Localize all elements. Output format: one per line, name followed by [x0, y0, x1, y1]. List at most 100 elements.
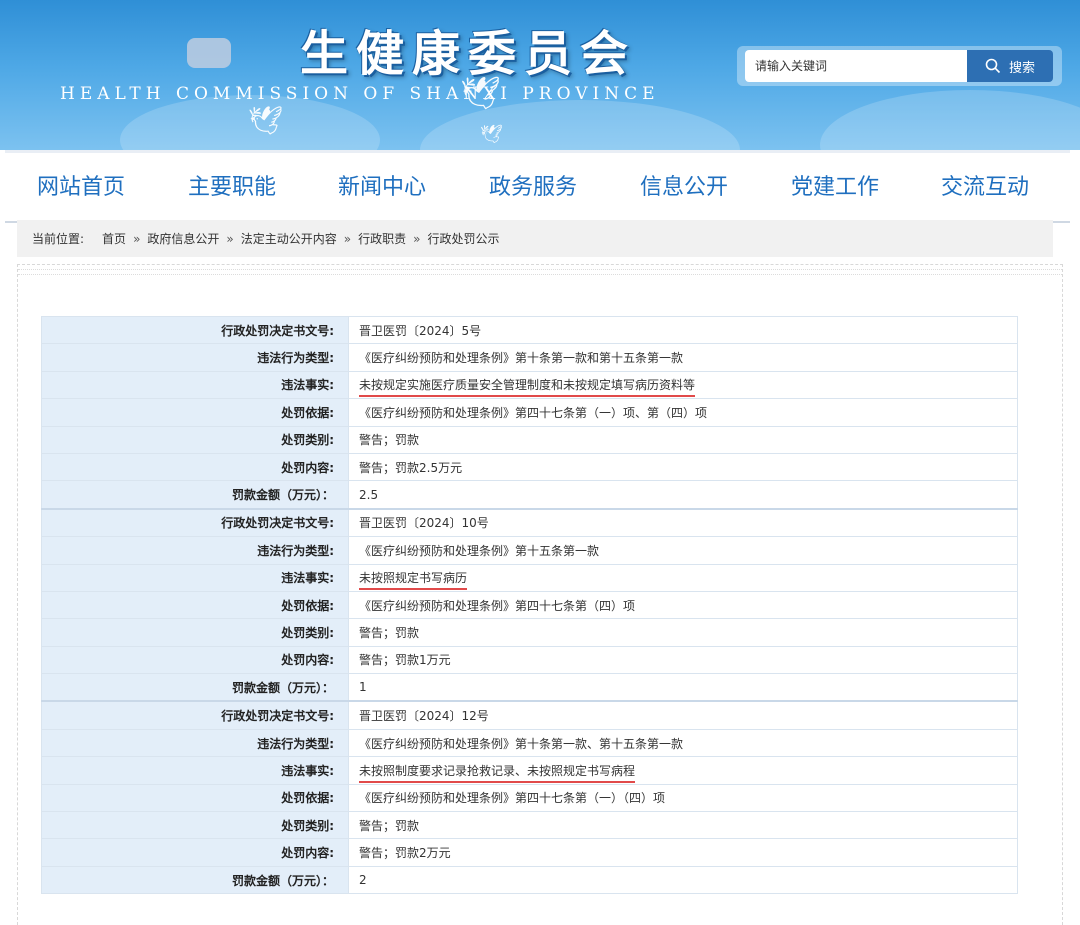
breadcrumb-item-gov-info[interactable]: 政府信息公开 — [147, 230, 219, 247]
decision-number-cell: 晋卫医罚〔2024〕5号 — [348, 315, 1018, 345]
violation-facts-cell: 未按照制度要求记录抢救记录、未按照规定书写病程 — [348, 756, 1018, 785]
table-row: 罚款金额（万元）： 1 — [41, 673, 1018, 702]
decision-number-label: 行政处罚决定书文号: — [41, 315, 349, 345]
breadcrumb-item-penalty[interactable]: 行政处罚公示 — [427, 230, 499, 247]
penalty-content-label: 处罚内容: — [41, 838, 349, 867]
fine-amount-value: 2 — [359, 873, 367, 887]
breadcrumb-item-statutory[interactable]: 法定主动公开内容 — [241, 230, 337, 247]
nav-item-home[interactable]: 网站首页 — [37, 169, 125, 201]
violation-type-label: 违法行为类型: — [41, 536, 349, 565]
violation-type-value: 《医疗纠纷预防和处理条例》第十五条第一款 — [359, 543, 600, 558]
violation-facts-label: 违法事实: — [41, 563, 349, 592]
site-header: 生健康委员会 HEALTH COMMISSION OF SHANXI PROVI… — [0, 0, 1080, 150]
table-row: 处罚类别: 警告；罚款 — [41, 618, 1018, 647]
fine-amount-cell: 2 — [348, 865, 1018, 895]
search-button[interactable]: 搜索 — [967, 50, 1053, 82]
table-row: 处罚内容: 警告；罚款2.5万元 — [41, 452, 1018, 482]
table-row: 违法行为类型: 《医疗纠纷预防和处理条例》第十五条第一款 — [41, 536, 1018, 565]
decision-number-cell: 晋卫医罚〔2024〕10号 — [348, 507, 1018, 538]
cloud-decoration — [820, 90, 1080, 150]
decision-number-label: 行政处罚决定书文号: — [41, 507, 349, 538]
table-row: 行政处罚决定书文号: 晋卫医罚〔2024〕12号 — [41, 700, 1018, 730]
nav-item-interaction[interactable]: 交流互动 — [941, 169, 1029, 201]
penalty-basis-label: 处罚依据: — [41, 590, 349, 620]
dove-icon: 🕊 — [480, 124, 503, 145]
site-subtitle: HEALTH COMMISSION OF SHANXI PROVINCE — [60, 84, 660, 104]
fine-amount-value: 1 — [359, 680, 367, 695]
breadcrumb-item-home[interactable]: 首页 — [102, 230, 126, 247]
penalty-content-cell: 警告；罚款1万元 — [348, 645, 1018, 675]
table-row: 处罚依据: 《医疗纠纷预防和处理条例》第四十七条第（一）（四）项 — [41, 783, 1018, 813]
penalty-content-value: 警告；罚款2万元 — [359, 846, 451, 861]
penalty-basis-cell: 《医疗纠纷预防和处理条例》第四十七条第（四）项 — [348, 590, 1018, 620]
violation-facts-cell: 未按规定实施医疗质量安全管理制度和未按规定填写病历资料等 — [348, 370, 1018, 400]
dove-icon: 🕊 — [460, 74, 501, 112]
penalty-basis-cell: 《医疗纠纷预防和处理条例》第四十七条第（一）项、第（四）项 — [348, 398, 1018, 427]
violation-facts-value: 未按照规定书写病历 — [359, 571, 468, 591]
site-logo[interactable] — [187, 38, 231, 68]
fine-amount-value: 2.5 — [359, 487, 379, 502]
penalty-basis-value: 《医疗纠纷预防和处理条例》第四十七条第（一）（四）项 — [359, 791, 666, 806]
table-row: 违法行为类型: 《医疗纠纷预防和处理条例》第十条第一款、第十五条第一款 — [41, 728, 1018, 758]
nav-item-functions[interactable]: 主要职能 — [188, 169, 276, 201]
table-row: 处罚内容: 警告；罚款1万元 — [41, 645, 1018, 675]
fine-amount-cell: 2.5 — [348, 480, 1018, 510]
nav-item-news[interactable]: 新闻中心 — [338, 169, 426, 201]
penalty-content-label: 处罚内容: — [41, 452, 349, 482]
table-row: 违法行为类型: 《医疗纠纷预防和处理条例》第十条第一款和第十五条第一款 — [41, 343, 1018, 372]
breadcrumb-separator: » — [226, 231, 234, 246]
penalty-content-value: 警告；罚款2.5万元 — [359, 460, 463, 475]
breadcrumb-separator: » — [343, 231, 352, 246]
table-row: 罚款金额（万元）： 2.5 — [41, 480, 1018, 510]
violation-facts-value: 未按规定实施医疗质量安全管理制度和未按规定填写病历资料等 — [359, 378, 696, 398]
violation-facts-label: 违法事实: — [41, 370, 349, 400]
breadcrumb-item-duties[interactable]: 行政职责 — [358, 230, 406, 247]
penalty-content-cell: 警告；罚款2.5万元 — [348, 452, 1018, 482]
table-row: 罚款金额（万元）： 2 — [41, 865, 1018, 895]
penalty-category-label: 处罚类别: — [41, 618, 349, 647]
penalty-basis-label: 处罚依据: — [41, 398, 349, 427]
search-input[interactable] — [745, 50, 967, 82]
penalty-category-label: 处罚类别: — [41, 425, 349, 454]
nav-item-disclosure[interactable]: 信息公开 — [640, 169, 728, 201]
penalty-table-container: 行政处罚决定书文号: 晋卫医罚〔2024〕5号 违法行为类型: 《医疗纠纷预防和处理条… — [41, 315, 1018, 895]
penalty-content-label: 处罚内容: — [41, 645, 349, 675]
table-row: 违法事实: 未按照规定书写病历 — [41, 563, 1018, 592]
table-row: 处罚依据: 《医疗纠纷预防和处理条例》第四十七条第（四）项 — [41, 590, 1018, 620]
penalty-category-cell: 警告；罚款 — [348, 811, 1018, 840]
penalty-category-value: 警告；罚款 — [359, 433, 420, 448]
violation-type-cell: 《医疗纠纷预防和处理条例》第十条第一款、第十五条第一款 — [348, 728, 1018, 758]
penalty-basis-cell: 《医疗纠纷预防和处理条例》第四十七条第（一）（四）项 — [348, 783, 1018, 813]
table-row: 处罚内容: 警告；罚款2万元 — [41, 838, 1018, 867]
decision-number-value: 晋卫医罚〔2024〕12号 — [359, 709, 489, 724]
decision-number-value: 晋卫医罚〔2024〕5号 — [359, 323, 482, 338]
penalty-category-value: 警告；罚款 — [359, 625, 420, 640]
decision-number-value: 晋卫医罚〔2024〕10号 — [359, 516, 489, 531]
breadcrumb: 当前位置: 首页 » 政府信息公开 » 法定主动公开内容 » 行政职责 » 行政… — [17, 220, 1053, 257]
violation-facts-value: 未按照制度要求记录抢救记录、未按照规定书写病程 — [359, 763, 636, 783]
fine-amount-label: 罚款金额（万元）： — [41, 480, 349, 510]
violation-facts-cell: 未按照规定书写病历 — [348, 563, 1018, 592]
penalty-basis-value: 《医疗纠纷预防和处理条例》第四十七条第（四）项 — [359, 598, 636, 613]
penalty-category-cell: 警告；罚款 — [348, 618, 1018, 647]
decision-number-label: 行政处罚决定书文号: — [41, 700, 349, 730]
table-row: 行政处罚决定书文号: 晋卫医罚〔2024〕10号 — [41, 507, 1018, 538]
penalty-category-value: 警告；罚款 — [359, 818, 420, 833]
nav-item-party[interactable]: 党建工作 — [791, 169, 879, 201]
main-nav: 网站首页 主要职能 新闻中心 政务服务 信息公开 党建工作 交流互动 — [5, 150, 1070, 223]
table-row: 处罚类别: 警告；罚款 — [41, 811, 1018, 840]
violation-type-cell: 《医疗纠纷预防和处理条例》第十条第一款和第十五条第一款 — [348, 343, 1018, 372]
breadcrumb-separator: » — [413, 231, 421, 246]
penalty-basis-value: 《医疗纠纷预防和处理条例》第四十七条第（一）项、第（四）项 — [359, 405, 708, 420]
nav-item-services[interactable]: 政务服务 — [489, 169, 577, 201]
penalty-category-label: 处罚类别: — [41, 811, 349, 840]
fine-amount-label: 罚款金额（万元）： — [41, 673, 349, 702]
table-row: 违法事实: 未按照制度要求记录抢救记录、未按照规定书写病程 — [41, 756, 1018, 785]
violation-type-label: 违法行为类型: — [41, 728, 349, 758]
penalty-basis-label: 处罚依据: — [41, 783, 349, 813]
violation-type-cell: 《医疗纠纷预防和处理条例》第十五条第一款 — [348, 536, 1018, 565]
violation-facts-label: 违法事实: — [41, 756, 349, 785]
search-button-label: 搜索 — [1008, 60, 1035, 76]
penalty-content-value: 警告；罚款1万元 — [359, 653, 451, 668]
penalty-table: 行政处罚决定书文号: 晋卫医罚〔2024〕5号 违法行为类型: 《医疗纠纷预防和处理条… — [41, 315, 1018, 895]
